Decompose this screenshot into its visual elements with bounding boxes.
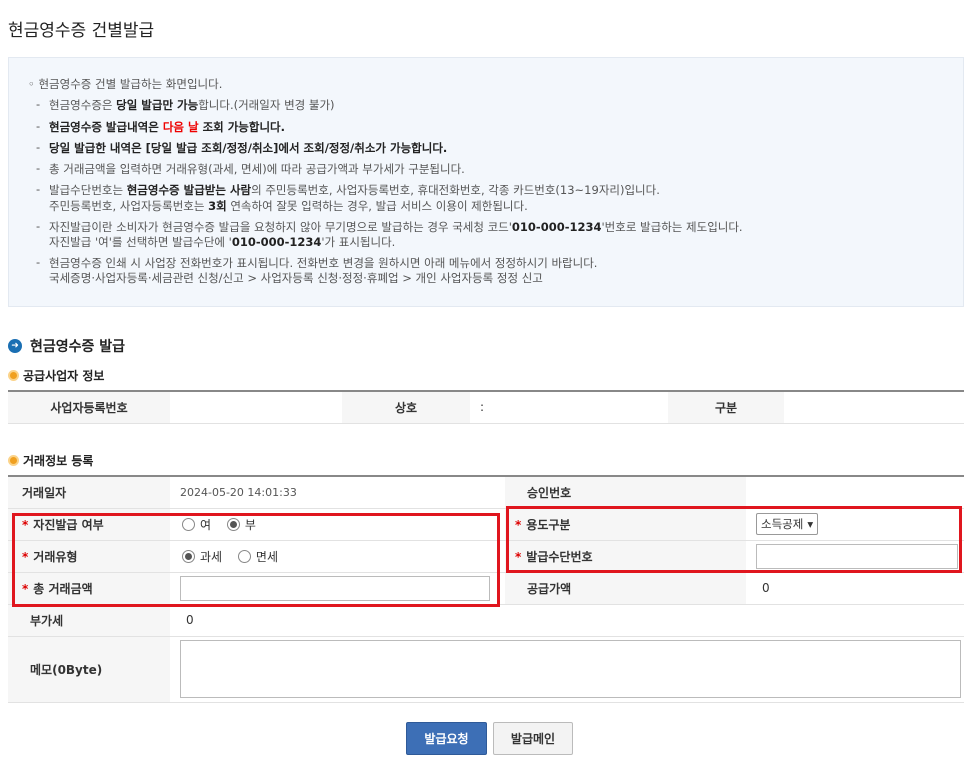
supply-amount-value: 0 [746, 572, 964, 605]
reg-no-value [170, 391, 342, 424]
memo-textarea[interactable] [180, 640, 961, 698]
dash: - [36, 97, 41, 111]
memo-label: 메모(0Byte) [8, 636, 170, 703]
approval-no-label: 승인번호 [505, 476, 746, 509]
supply-amount-label: 공급가액 [505, 572, 746, 605]
section-title-text: 현금영수증 발급 [30, 339, 126, 355]
dash: - [36, 182, 41, 196]
trade-info-title: 거래정보 등록 [8, 452, 93, 469]
business-type-value [784, 391, 964, 424]
bullet-dot-icon [8, 370, 19, 381]
vat-label: 부가세 [8, 604, 170, 637]
info-line6: 자진발급이란 소비자가 현금영수증 발급을 요청하지 않아 무기명으로 발급하는… [49, 220, 743, 234]
page-title: 현금영수증 건별발급 [8, 21, 155, 41]
info-line7: 현금영수증 인쇄 시 사업장 전화번호가 표시됩니다. 전화번호 변경을 원하시… [49, 256, 598, 270]
dash: - [36, 161, 41, 175]
info-line4: 총 거래금액을 입력하면 거래유형(과세, 면세)에 따라 공급가액과 부가세가… [49, 162, 465, 176]
reg-no-label: 사업자등록번호 [8, 391, 170, 424]
trade-info-title-text: 거래정보 등록 [23, 454, 94, 468]
business-info-title-text: 공급사업자 정보 [23, 369, 105, 383]
issue-request-button[interactable]: 발급요청 [406, 722, 487, 755]
business-type-label: 구분 [668, 391, 784, 424]
business-info-table: 사업자등록번호 상호 : 구분 [8, 390, 964, 424]
info-line5: 발급수단번호는 현금영수증 발급받는 사람의 주민등록번호, 사업자등록번호, … [49, 183, 660, 197]
approval-no-value [746, 476, 964, 509]
info-line5b: 주민등록번호, 사업자등록번호는 3회 연속하여 잘못 입력하는 경우, 발급 … [49, 199, 528, 213]
info-line7b: 국세증명·사업자등록·세금관련 신청/신고 > 사업자등록 신청·정정·휴폐업 … [49, 271, 543, 285]
info-line1: 현금영수증은 당일 발급만 가능합니다.(거래일자 변경 불가) [49, 98, 335, 112]
info-line2: 현금영수증 발급내역은 다음 날 조회 가능합니다. [49, 120, 285, 134]
dash: - [36, 140, 41, 154]
highlight-box-left [12, 513, 500, 607]
trade-date-label: 거래일자 [8, 476, 170, 509]
vat-value: 0 [170, 604, 964, 637]
issue-main-button[interactable]: 발급메인 [493, 722, 573, 755]
info-intro: ◦ 현금영수증 건별 발급하는 화면입니다. [28, 77, 223, 91]
company-name-value: : [470, 391, 668, 424]
section-title: ➜ 현금영수증 발급 [8, 336, 125, 356]
company-name-label: 상호 [342, 391, 470, 424]
arrow-circle-icon: ➜ [8, 339, 22, 353]
dash: - [36, 119, 41, 133]
business-info-title: 공급사업자 정보 [8, 367, 104, 384]
info-box: ◦ 현금영수증 건별 발급하는 화면입니다. - 현금영수증은 당일 발급만 가… [8, 57, 964, 307]
trade-date-value: 2024-05-20 14:01:33 [170, 476, 505, 509]
bullet-dot-icon [8, 455, 19, 466]
info-line6b: 자진발급 '여'를 선택하면 발급수단에 '010-000-1234'가 표시됩… [49, 235, 396, 249]
dash: - [36, 219, 41, 233]
dash: - [36, 255, 41, 269]
highlight-box-right [506, 506, 962, 573]
info-line3: 당일 발급한 내역은 [당일 발급 조회/정정/취소]에서 조회/정정/취소가 … [49, 141, 448, 155]
